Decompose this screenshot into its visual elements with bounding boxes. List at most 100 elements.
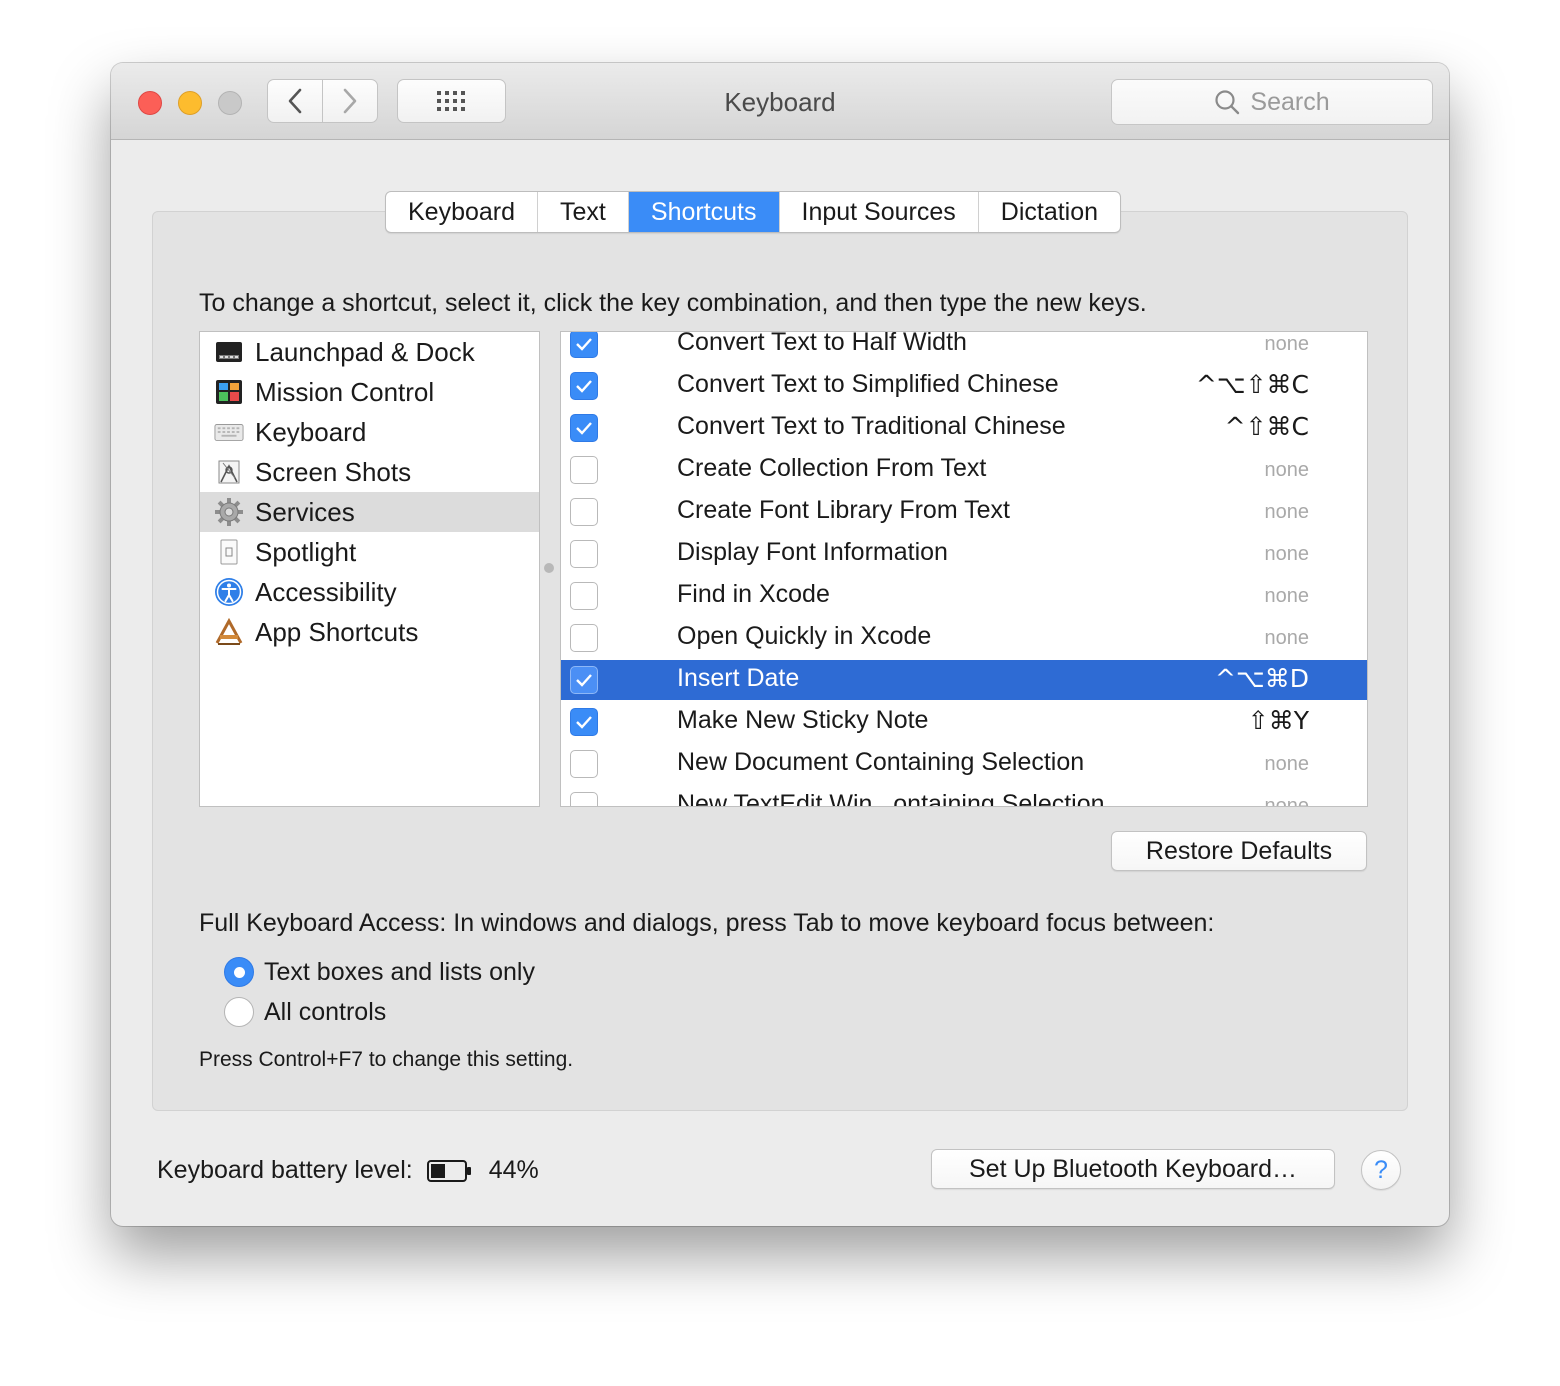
service-row[interactable]: New TextEdit Win...ontaining Selection n… bbox=[561, 786, 1367, 807]
service-row[interactable]: Open Quickly in Xcode none bbox=[561, 618, 1367, 658]
hint-text: Press Control+F7 to change this setting. bbox=[199, 1048, 574, 1071]
service-checkbox[interactable] bbox=[570, 456, 598, 484]
service-name: Find in Xcode bbox=[677, 580, 830, 608]
service-shortcut[interactable]: none bbox=[1265, 753, 1310, 776]
category-item-services[interactable]: Services bbox=[200, 492, 539, 532]
service-shortcut[interactable]: none bbox=[1265, 459, 1310, 482]
service-name: Display Font Information bbox=[677, 538, 948, 566]
service-row[interactable]: New Document Containing Selection none bbox=[561, 744, 1367, 784]
service-name: Convert Text to Simplified Chinese bbox=[677, 370, 1059, 398]
service-checkbox[interactable] bbox=[570, 372, 598, 400]
service-checkbox[interactable] bbox=[570, 666, 598, 694]
service-checkbox[interactable] bbox=[570, 332, 598, 358]
category-item-accessibility[interactable]: Accessibility bbox=[200, 572, 539, 612]
service-checkbox[interactable] bbox=[570, 582, 598, 610]
service-row[interactable]: Convert Text to Traditional Chinese ^⇧⌘C bbox=[561, 408, 1367, 448]
service-row[interactable]: Convert Text to Simplified Chinese ^⌥⇧⌘C bbox=[561, 366, 1367, 406]
title-bar: Keyboard Search bbox=[111, 63, 1449, 140]
service-shortcut[interactable]: none bbox=[1265, 795, 1310, 806]
category-list: Launchpad & Dock Mission Control Keyboar… bbox=[199, 331, 540, 807]
tab-input-sources[interactable]: Input Sources bbox=[780, 192, 979, 232]
checkmark-icon bbox=[576, 674, 592, 687]
category-label: Screen Shots bbox=[255, 456, 412, 487]
category-item-screen-shots[interactable]: Screen Shots bbox=[200, 452, 539, 492]
tab-text[interactable]: Text bbox=[538, 192, 629, 232]
service-name: Convert Text to Half Width bbox=[677, 331, 967, 356]
tab-shortcuts[interactable]: Shortcuts bbox=[628, 192, 780, 232]
category-label: Launchpad & Dock bbox=[255, 336, 475, 367]
checkmark-icon bbox=[576, 716, 592, 729]
full-keyboard-access-label: Full Keyboard Access: In windows and dia… bbox=[199, 909, 1215, 937]
category-label: App Shortcuts bbox=[255, 616, 419, 647]
service-name: New Document Containing Selection bbox=[677, 748, 1085, 776]
service-shortcut[interactable]: none bbox=[1265, 585, 1310, 608]
tab-bar: Keyboard Text Shortcuts Input Sources Di… bbox=[385, 191, 1122, 233]
category-item-launchpad-dock[interactable]: Launchpad & Dock bbox=[200, 332, 539, 372]
radio-button[interactable] bbox=[224, 997, 254, 1027]
service-checkbox[interactable] bbox=[570, 750, 598, 778]
keyboard-icon bbox=[214, 417, 244, 447]
restore-defaults-button[interactable]: Restore Defaults bbox=[1111, 831, 1367, 871]
category-label: Services bbox=[255, 496, 355, 527]
tab-keyboard[interactable]: Keyboard bbox=[386, 192, 539, 232]
tab-dictation[interactable]: Dictation bbox=[979, 192, 1120, 232]
radio-all-controls[interactable]: All controls bbox=[224, 996, 386, 1028]
app-shortcuts-icon bbox=[214, 617, 244, 647]
service-shortcut[interactable]: ⇧⌘Y bbox=[1248, 706, 1309, 735]
instruction-text: To change a shortcut, select it, click t… bbox=[199, 289, 1147, 317]
spotlight-icon bbox=[214, 537, 244, 567]
category-label: Mission Control bbox=[255, 376, 435, 407]
service-row[interactable]: Create Font Library From Text none bbox=[561, 492, 1367, 532]
search-field[interactable]: Search bbox=[1111, 79, 1433, 125]
service-row[interactable]: Create Collection From Text none bbox=[561, 450, 1367, 490]
category-item-mission-control[interactable]: Mission Control bbox=[200, 372, 539, 412]
service-shortcut[interactable]: none bbox=[1265, 627, 1310, 650]
radio-text-boxes-and-lists[interactable]: Text boxes and lists only bbox=[224, 956, 535, 988]
battery-icon bbox=[426, 1159, 471, 1182]
service-name: Convert Text to Traditional Chinese bbox=[677, 412, 1066, 440]
service-checkbox[interactable] bbox=[570, 414, 598, 442]
split-divider-handle[interactable] bbox=[544, 563, 554, 573]
service-shortcut[interactable]: ^⌥⌘D bbox=[1215, 664, 1309, 693]
service-shortcut[interactable]: none bbox=[1265, 543, 1310, 566]
setup-bluetooth-keyboard-button[interactable]: Set Up Bluetooth Keyboard… bbox=[931, 1149, 1335, 1189]
mission-control-icon bbox=[214, 377, 244, 407]
service-row[interactable]: Convert Text to Half Width none bbox=[561, 331, 1367, 364]
category-item-keyboard[interactable]: Keyboard bbox=[200, 412, 539, 452]
radio-button[interactable] bbox=[224, 957, 254, 987]
search-icon bbox=[1215, 90, 1240, 115]
checkmark-icon bbox=[576, 422, 592, 435]
checkmark-icon bbox=[576, 338, 592, 351]
service-name: New TextEdit Win...ontaining Selection bbox=[677, 790, 1105, 807]
category-label: Spotlight bbox=[255, 536, 357, 567]
service-shortcut[interactable]: none bbox=[1265, 333, 1310, 356]
service-checkbox[interactable] bbox=[570, 624, 598, 652]
battery-percent: 44% bbox=[488, 1156, 539, 1184]
battery-status: Keyboard battery level: 44% bbox=[157, 1156, 539, 1185]
category-item-app-shortcuts[interactable]: App Shortcuts bbox=[200, 612, 539, 652]
service-shortcut[interactable]: ^⌥⇧⌘C bbox=[1196, 370, 1309, 399]
service-name: Open Quickly in Xcode bbox=[677, 622, 932, 650]
service-shortcut[interactable]: none bbox=[1265, 501, 1310, 524]
category-item-spotlight[interactable]: Spotlight bbox=[200, 532, 539, 572]
service-shortcut[interactable]: ^⇧⌘C bbox=[1225, 412, 1309, 441]
service-row[interactable]: Find in Xcode none bbox=[561, 576, 1367, 616]
service-row[interactable]: Make New Sticky Note ⇧⌘Y bbox=[561, 702, 1367, 742]
help-button[interactable]: ? bbox=[1361, 1150, 1401, 1190]
service-row[interactable]: Display Font Information none bbox=[561, 534, 1367, 574]
service-name: Create Collection From Text bbox=[677, 454, 987, 482]
services-list: Convert Text to Half Width none Convert … bbox=[560, 331, 1368, 807]
service-checkbox[interactable] bbox=[570, 708, 598, 736]
service-checkbox[interactable] bbox=[570, 540, 598, 568]
screenshot-icon bbox=[214, 457, 244, 487]
gear-icon bbox=[214, 497, 244, 527]
checkmark-icon bbox=[576, 380, 592, 393]
category-label: Accessibility bbox=[255, 576, 397, 607]
radio-label: Text boxes and lists only bbox=[264, 957, 535, 986]
service-checkbox[interactable] bbox=[570, 498, 598, 526]
service-checkbox[interactable] bbox=[570, 792, 598, 806]
service-row-selected[interactable]: Insert Date ^⌥⌘D bbox=[561, 660, 1367, 700]
battery-label: Keyboard battery level: bbox=[157, 1156, 413, 1184]
launchpad-dock-icon bbox=[214, 337, 244, 367]
preferences-window: Keyboard Search Keyboard Text Shortcuts … bbox=[111, 63, 1449, 1226]
